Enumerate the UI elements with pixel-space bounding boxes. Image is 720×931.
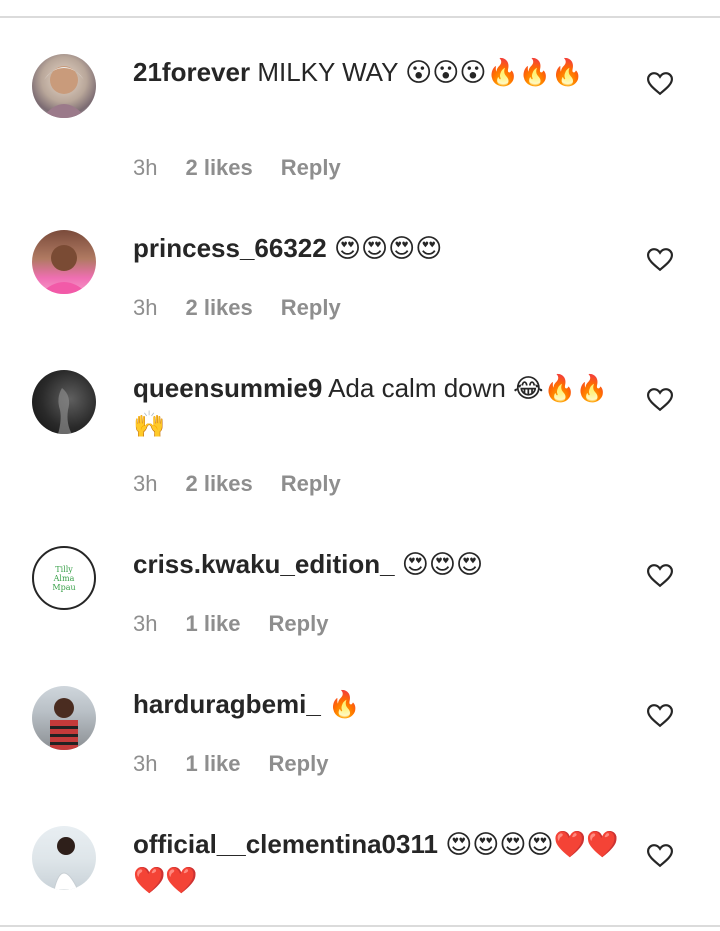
comment-likes[interactable]: 1 like [185,611,240,637]
top-divider [0,16,720,18]
comment-username[interactable]: criss.kwaku_edition_ [133,549,395,579]
comment-meta: 3h 1 like Reply [133,751,328,777]
comment-time: 3h [133,471,158,496]
comment-time: 3h [133,751,158,776]
comment-text: criss.kwaku_edition_ 😍😍😍 [133,546,623,582]
comment-text: princess_66322 😍😍😍😍 [133,230,623,266]
svg-text:Alma: Alma [53,574,75,583]
comment-likes[interactable]: 2 likes [185,471,252,497]
heart-icon[interactable] [647,248,673,272]
heart-icon[interactable] [647,564,673,588]
comment-time: 3h [133,611,158,636]
comment-username[interactable]: queensummie9 [133,373,322,403]
avatar[interactable]: Tilly Alma Mpau [32,546,96,610]
heart-icon[interactable] [647,72,673,96]
comment-meta: 3h 2 likes Reply [133,155,341,181]
comment-body: 😍😍😍 [401,549,484,579]
reply-button[interactable]: Reply [281,295,341,321]
comment-text: queensummie9 Ada calm down 😂🔥🔥🙌 [133,370,623,442]
comment-username[interactable]: harduragbemi_ [133,689,321,719]
avatar-logo: Tilly Alma Mpau [52,565,75,592]
comment-meta: 3h 2 likes Reply [133,295,341,321]
comment-likes[interactable]: 2 likes [185,295,252,321]
avatar[interactable] [32,54,96,118]
avatar[interactable] [32,370,96,434]
comment-body: MILKY WAY 😮😮😮🔥🔥🔥 [257,57,584,87]
comment-likes[interactable]: 1 like [185,751,240,777]
reply-button[interactable]: Reply [281,155,341,181]
comment-text: official__clementina0311 😍😍😍😍❤️❤️❤️❤️ [133,826,623,898]
comment-body: 🔥 [328,689,361,719]
reply-button[interactable]: Reply [269,751,329,777]
bottom-divider [0,925,720,927]
heart-icon[interactable] [647,704,673,728]
comment-text: 21forever MILKY WAY 😮😮😮🔥🔥🔥 [133,54,623,90]
heart-icon[interactable] [647,844,673,868]
comment-username[interactable]: 21forever [133,57,250,87]
comment-time: 3h [133,155,158,180]
avatar[interactable] [32,826,96,890]
comment-likes[interactable]: 2 likes [185,155,252,181]
reply-button[interactable]: Reply [269,611,329,637]
reply-button[interactable]: Reply [281,471,341,497]
comment-meta: 3h 1 like Reply [133,611,328,637]
comment-username[interactable]: official__clementina0311 [133,829,438,859]
heart-icon[interactable] [647,388,673,412]
comment-meta: 3h 2 likes Reply [133,471,341,497]
comment-username[interactable]: princess_66322 [133,233,327,263]
avatar[interactable] [32,230,96,294]
comment-text: harduragbemi_ 🔥 [133,686,623,722]
svg-text:Tilly: Tilly [55,565,73,574]
svg-text:Mpau: Mpau [52,583,75,592]
comment-body: 😍😍😍😍 [333,233,443,263]
avatar[interactable] [32,686,96,750]
comment-time: 3h [133,295,158,320]
